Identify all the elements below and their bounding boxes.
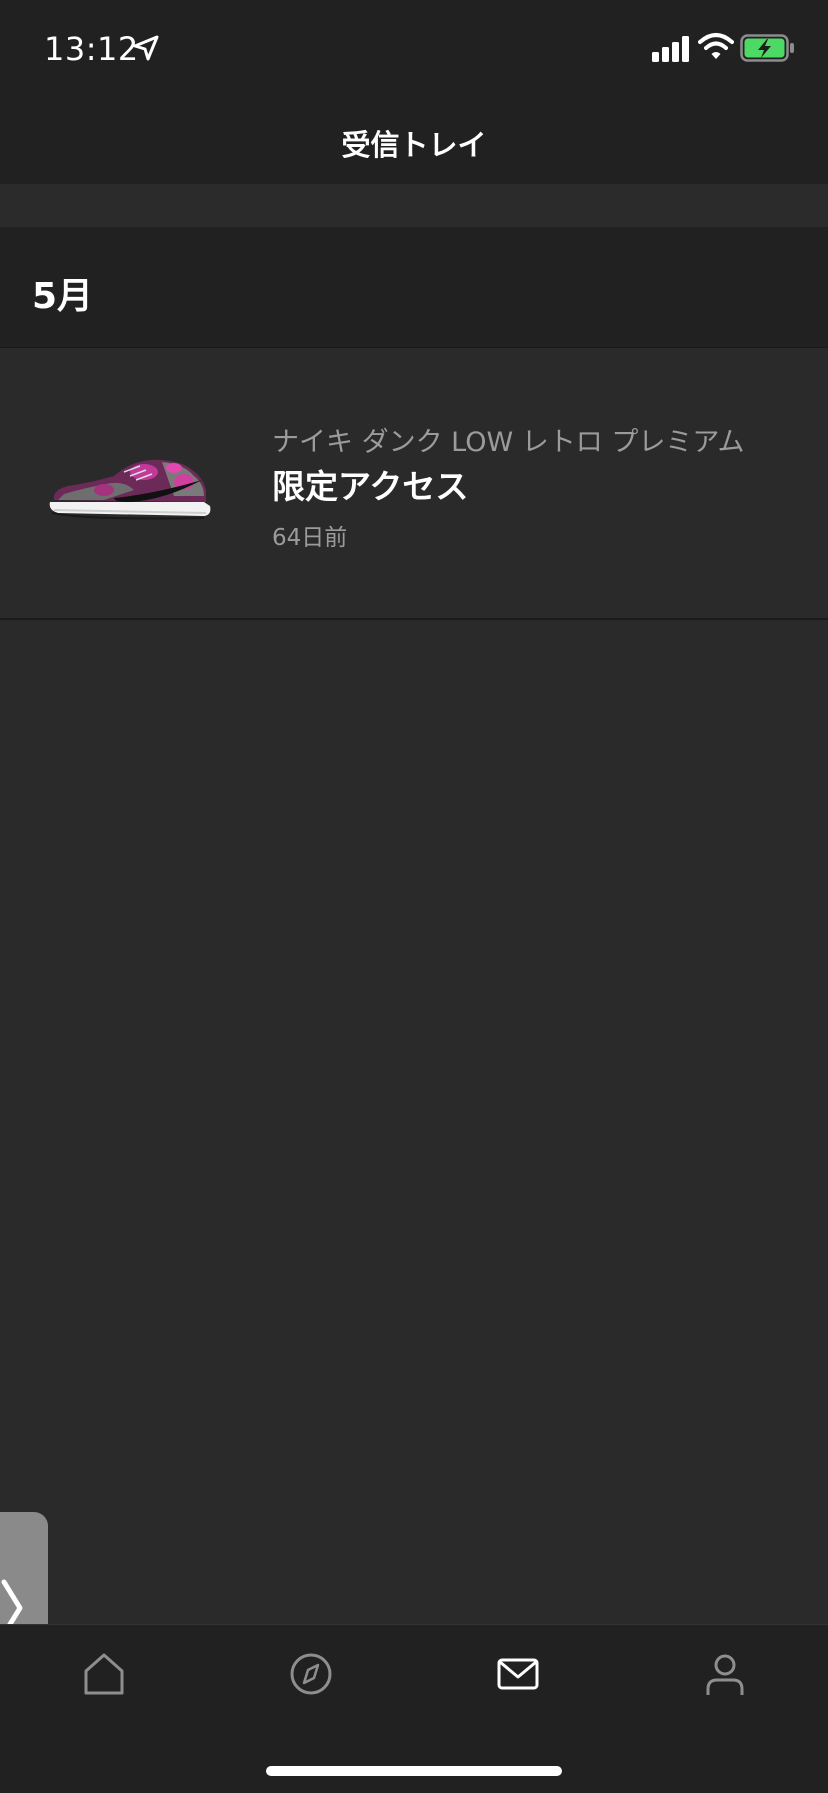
status-bar: 13:12: [0, 0, 828, 96]
status-time: 13:12: [44, 30, 139, 68]
compass-icon: [290, 1653, 332, 1695]
tab-inbox[interactable]: [494, 1651, 542, 1697]
page-title: 受信トレイ: [341, 128, 487, 162]
nav-header: 受信トレイ: [0, 96, 828, 184]
battery-charging-icon: [740, 34, 794, 62]
location-arrow-icon: [133, 35, 159, 61]
header-spacer: [0, 184, 828, 227]
wifi-icon: [698, 33, 734, 59]
sneaker-image: [49, 459, 211, 520]
home-indicator: [266, 1766, 562, 1776]
inbox-mail-icon: [497, 1658, 539, 1690]
tab-home[interactable]: [80, 1651, 128, 1697]
tab-discover[interactable]: [287, 1651, 335, 1697]
section-title: 5月: [32, 276, 94, 317]
section-header: 5月: [0, 227, 828, 348]
home-icon: [84, 1653, 124, 1695]
cellular-signal-icon: [652, 36, 689, 62]
inbox-message-row[interactable]: ナイキ ダンク LOW レトロ プレミアム 限定アクセス 64日前: [0, 348, 828, 620]
profile-icon: [706, 1654, 744, 1695]
tab-profile[interactable]: [701, 1651, 749, 1697]
message-title: 限定アクセス: [272, 467, 469, 506]
message-timestamp: 64日前: [272, 525, 348, 551]
message-subtitle: ナイキ ダンク LOW レトロ プレミアム: [272, 427, 745, 458]
